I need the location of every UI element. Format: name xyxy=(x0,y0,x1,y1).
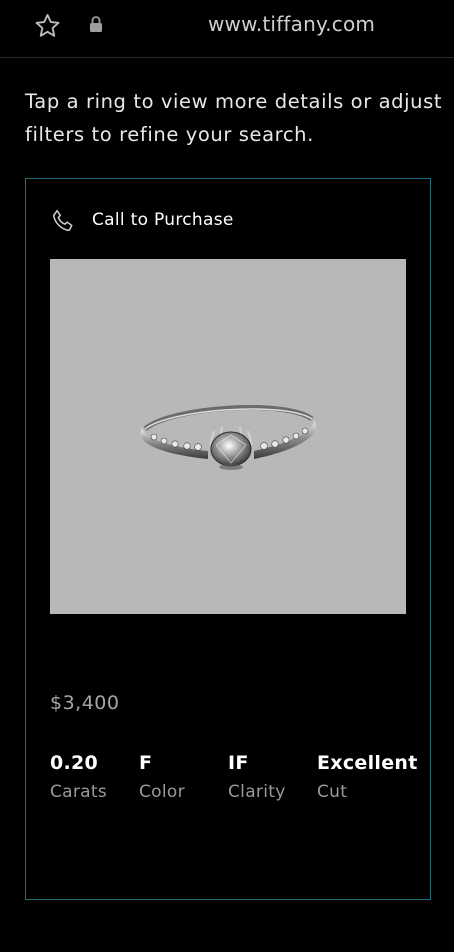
intro-line-2: filters to refine your search. xyxy=(25,123,314,146)
spec-value: F xyxy=(139,752,153,774)
product-card[interactable]: Call to Purchase $3,400 0.20 Carats F Co… xyxy=(25,178,431,900)
browser-address-bar: www.tiffany.com xyxy=(0,0,454,58)
spec-clarity: IF Clarity xyxy=(228,752,286,802)
spec-carats: 0.20 Carats xyxy=(50,752,107,802)
lock-icon xyxy=(90,16,102,32)
intro-text: Tap a ring to view more details or adjus… xyxy=(25,85,454,151)
spec-label: Color xyxy=(139,782,185,802)
spec-label: Carats xyxy=(50,782,108,802)
ring-image[interactable] xyxy=(50,259,406,614)
spec-cut: Excellent Cut xyxy=(317,752,418,802)
phone-icon[interactable] xyxy=(50,208,76,234)
spec-label: Clarity xyxy=(228,782,286,802)
ring-illustration xyxy=(140,405,317,470)
call-to-purchase-label[interactable]: Call to Purchase xyxy=(92,210,234,230)
spec-value: 0.20 xyxy=(50,752,99,774)
spec-value: Excellent xyxy=(317,752,418,774)
spec-color: F Color xyxy=(139,752,185,802)
intro-line-1: Tap a ring to view more details or adjus… xyxy=(25,90,443,113)
price: $3,400 xyxy=(50,692,120,714)
spec-value: IF xyxy=(228,752,249,774)
url-text[interactable]: www.tiffany.com xyxy=(208,12,375,36)
star-icon[interactable] xyxy=(33,12,62,40)
spec-label: Cut xyxy=(317,782,348,802)
